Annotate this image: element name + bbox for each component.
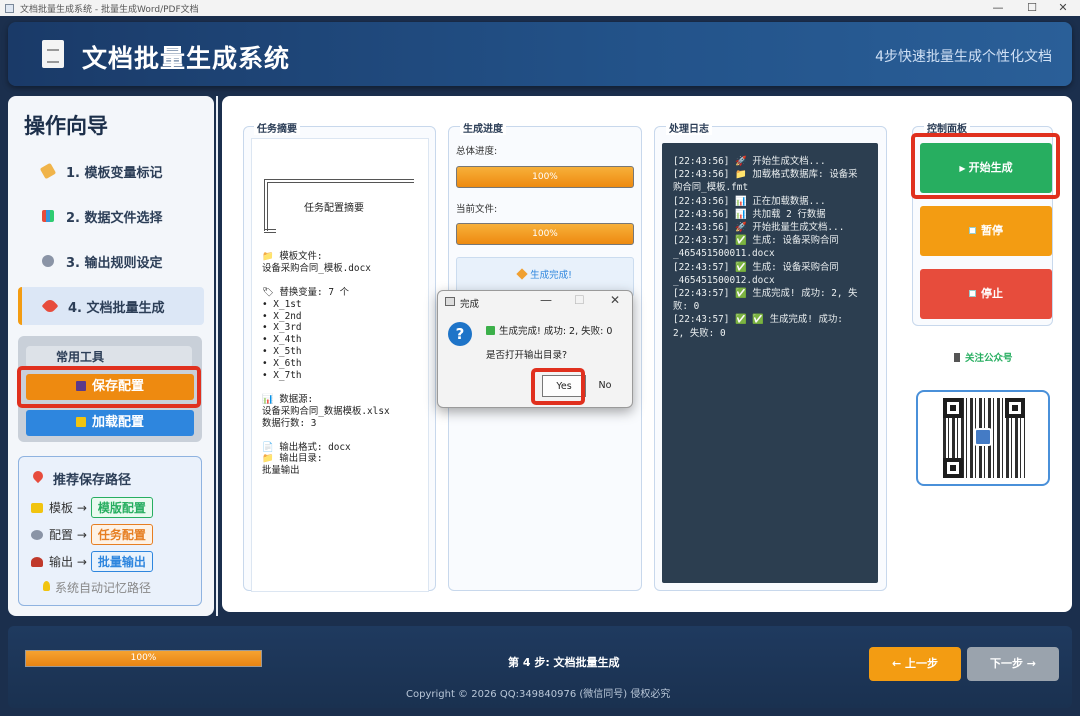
footer: 100% 第 4 步: 文档批量生成 ← 上一步 下一步 → Copyright… bbox=[8, 626, 1072, 708]
pause-label: 暂停 bbox=[981, 224, 1003, 237]
dialog-maximize-button: ☐ bbox=[574, 293, 585, 307]
window-titlebar: 文档批量生成系统 - 批量生成Word/PDF文档 — ☐ ✕ bbox=[0, 0, 1080, 16]
copyright-text: Copyright © 2026 QQ:349840976 (微信同号) 侵权必… bbox=[406, 689, 671, 700]
tag-icon bbox=[39, 162, 57, 180]
sidebar-divider bbox=[216, 96, 218, 616]
progress-label: 生成进度 bbox=[460, 120, 506, 135]
no-button[interactable]: No bbox=[583, 375, 627, 397]
folder-icon bbox=[75, 417, 86, 427]
sidebar-title: 操作向导 bbox=[24, 114, 108, 138]
gear-icon bbox=[31, 529, 43, 540]
highlight-yes-button bbox=[531, 368, 585, 405]
inbox-icon bbox=[31, 556, 43, 567]
document-icon bbox=[42, 40, 64, 68]
check-icon bbox=[486, 326, 495, 335]
stop-button[interactable]: 停止 bbox=[920, 269, 1052, 319]
step-label: 2. 数据文件选择 bbox=[66, 210, 163, 226]
path-row-output: 输出 → 批量输出 bbox=[31, 551, 153, 572]
dialog-title: 完成 bbox=[460, 299, 480, 310]
dialog-app-icon bbox=[445, 297, 455, 306]
follow-official-account[interactable]: 关注公众号 bbox=[954, 350, 1013, 364]
next-step-button[interactable]: 下一步 → bbox=[967, 647, 1059, 681]
path-label: 输出 → bbox=[49, 555, 87, 569]
app-subtitle: 4步快速批量生成个性化文档 bbox=[875, 49, 1052, 65]
task-summary-label: 任务摘要 bbox=[254, 120, 300, 135]
sidebar-step-3[interactable]: 3. 输出规则设定 bbox=[18, 242, 204, 280]
total-progress-label: 总体进度: bbox=[456, 146, 498, 157]
sparkle-icon bbox=[516, 268, 528, 280]
highlight-save-config bbox=[17, 366, 201, 408]
footer-progress-bar: 100% bbox=[25, 650, 262, 667]
sidebar: 操作向导 1. 模板变量标记 2. 数据文件选择 3. 输出规则设定 4. 文档… bbox=[8, 96, 214, 616]
lightbulb-icon bbox=[43, 581, 50, 591]
phone-icon bbox=[954, 353, 960, 362]
task-summary-content: 任务配置摘要 📁 模板文件: 设备采购合同_模板.docx 🏷 替换变量: 7 … bbox=[251, 138, 429, 592]
stop-icon bbox=[969, 290, 976, 297]
total-progress-bar: 100% bbox=[456, 166, 634, 188]
path-label: 配置 → bbox=[49, 528, 87, 542]
rocket-icon bbox=[41, 297, 59, 315]
bar-chart-icon bbox=[42, 210, 54, 222]
close-button[interactable]: ✕ bbox=[1048, 0, 1078, 16]
current-file-progress-bar: 100% bbox=[456, 223, 634, 245]
highlight-start-button bbox=[911, 133, 1060, 199]
qr-logo bbox=[974, 428, 992, 446]
gear-icon bbox=[42, 255, 54, 267]
minimize-button[interactable]: — bbox=[983, 0, 1013, 16]
paths-title: 推荐保存路径 bbox=[53, 473, 132, 488]
load-config-label: 加载配置 bbox=[91, 415, 144, 430]
dialog-question: 是否打开输出目录? bbox=[486, 350, 568, 361]
path-tag-config[interactable]: 任务配置 bbox=[90, 524, 153, 545]
app-title: 文档批量生成系统 bbox=[82, 44, 291, 73]
app-header: 文档批量生成系统 4步快速批量生成个性化文档 bbox=[8, 22, 1072, 86]
maximize-button[interactable]: ☐ bbox=[1017, 0, 1047, 16]
log-label: 处理日志 bbox=[666, 120, 712, 135]
qr-code-card bbox=[916, 390, 1050, 486]
footer-step-text: 第 4 步: 文档批量生成 bbox=[508, 656, 620, 669]
paths-hint: 系统自动记忆路径 bbox=[55, 581, 152, 595]
sidebar-step-2[interactable]: 2. 数据文件选择 bbox=[18, 197, 204, 235]
sidebar-step-4[interactable]: 4. 文档批量生成 bbox=[18, 287, 204, 325]
done-label: 生成完成! bbox=[530, 270, 572, 281]
path-row-config: 配置 → 任务配置 bbox=[31, 524, 153, 545]
dialog-message: 生成完成! 成功: 2, 失败: 0 bbox=[486, 323, 612, 337]
dialog-minimize-button[interactable]: — bbox=[540, 293, 552, 307]
recommended-paths-panel: 推荐保存路径 模板 → 模版配置 配置 → 任务配置 输出 → 批量输出 系统自… bbox=[18, 456, 202, 606]
summary-frame: 任务配置摘要 bbox=[264, 179, 414, 233]
summary-text: 📁 模板文件: 设备采购合同_模板.docx 🏷 替换变量: 7 个 • X_1… bbox=[262, 251, 390, 477]
tools-title: 常用工具 bbox=[26, 346, 192, 368]
sidebar-step-1[interactable]: 1. 模板变量标记 bbox=[18, 152, 204, 190]
log-text: [22:43:56] 🚀 开始生成文档... [22:43:56] 📁 加载格式… bbox=[673, 156, 858, 339]
pause-button[interactable]: 暂停 bbox=[920, 206, 1052, 256]
window-title: 文档批量生成系统 - 批量生成Word/PDF文档 bbox=[20, 4, 199, 15]
stop-label: 停止 bbox=[981, 287, 1003, 300]
question-icon: ? bbox=[448, 322, 472, 346]
path-tag-output[interactable]: 批量输出 bbox=[90, 551, 153, 572]
app-icon bbox=[5, 3, 14, 13]
current-file-label: 当前文件: bbox=[456, 204, 498, 215]
step-label: 4. 文档批量生成 bbox=[68, 300, 165, 316]
step-label: 1. 模板变量标记 bbox=[66, 165, 163, 181]
log-console[interactable]: [22:43:56] 🚀 开始生成文档... [22:43:56] 📁 加载格式… bbox=[662, 143, 878, 583]
dialog-close-button[interactable]: ✕ bbox=[610, 293, 620, 307]
load-config-button[interactable]: 加载配置 bbox=[26, 410, 194, 436]
step-label: 3. 输出规则设定 bbox=[66, 255, 163, 271]
folder-icon bbox=[31, 502, 43, 513]
path-row-template: 模板 → 模版配置 bbox=[31, 497, 153, 518]
prev-step-button[interactable]: ← 上一步 bbox=[869, 647, 961, 681]
follow-label: 关注公众号 bbox=[965, 353, 1013, 364]
qr-code-image bbox=[943, 398, 1025, 478]
pin-icon bbox=[30, 468, 46, 484]
path-label: 模板 → bbox=[49, 501, 87, 515]
summary-frame-label: 任务配置摘要 bbox=[304, 203, 364, 214]
path-tag-template[interactable]: 模版配置 bbox=[90, 497, 153, 518]
pause-icon bbox=[969, 227, 976, 234]
